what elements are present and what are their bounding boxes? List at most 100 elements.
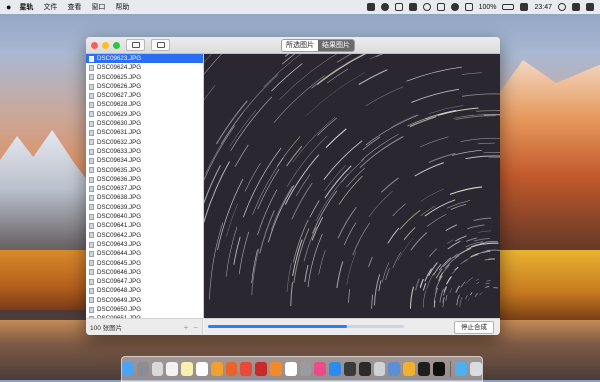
- clock[interactable]: 23:47: [534, 4, 552, 11]
- file-list-item[interactable]: DSC09646.JPG: [86, 268, 203, 277]
- zoom-button[interactable]: [113, 42, 120, 49]
- menu-view[interactable]: 查看: [67, 2, 81, 12]
- menu-help[interactable]: 帮助: [115, 2, 129, 12]
- file-list-item[interactable]: DSC09649.JPG: [86, 296, 203, 305]
- itunes-icon[interactable]: [314, 362, 326, 376]
- file-name: DSC09631.JPG: [97, 128, 141, 137]
- reminders-icon[interactable]: [196, 362, 208, 376]
- photos-icon[interactable]: [166, 362, 178, 376]
- file-list-item[interactable]: DSC09631.JPG: [86, 128, 203, 137]
- status-app-icon-6[interactable]: [437, 3, 445, 11]
- tab-selected-images[interactable]: 所选图片: [282, 40, 318, 51]
- file-list-item[interactable]: DSC09633.JPG: [86, 147, 203, 156]
- file-list-item[interactable]: DSC09624.JPG: [86, 63, 203, 72]
- tab-result-image[interactable]: 结果图片: [318, 40, 354, 51]
- star-trail: [230, 110, 256, 146]
- star-trail: [420, 137, 449, 147]
- file-list-item[interactable]: DSC09635.JPG: [86, 166, 203, 175]
- sketch-icon[interactable]: [403, 362, 415, 376]
- file-list-item[interactable]: DSC09647.JPG: [86, 277, 203, 286]
- finder-icon[interactable]: [122, 362, 134, 376]
- remove-image-button[interactable]: −: [193, 323, 198, 332]
- file-list-item[interactable]: DSC09643.JPG: [86, 240, 203, 249]
- downloads-folder-icon[interactable]: [455, 362, 467, 376]
- file-list-item[interactable]: DSC09639.JPG: [86, 203, 203, 212]
- trash-icon[interactable]: [470, 362, 482, 376]
- star-trail: [461, 138, 501, 141]
- status-app-icon-2[interactable]: [381, 3, 389, 11]
- launchpad-icon[interactable]: [137, 362, 149, 376]
- preview-icon[interactable]: [388, 362, 400, 376]
- wifi-icon[interactable]: [465, 3, 473, 11]
- star-trail: [366, 115, 418, 145]
- quicktime-icon[interactable]: [344, 362, 356, 376]
- menu-bar: ● 星轨 文件 查看 窗口 帮助 100% 23:47: [0, 0, 600, 14]
- file-list-item[interactable]: DSC09625.JPG: [86, 73, 203, 82]
- startrails-app-icon[interactable]: [433, 362, 445, 376]
- file-list[interactable]: DSC09623.JPGDSC09624.JPGDSC09625.JPGDSC0…: [86, 54, 204, 318]
- close-button[interactable]: [91, 42, 98, 49]
- save-image-button[interactable]: [151, 39, 170, 51]
- safari-icon[interactable]: [152, 362, 164, 376]
- open-folder-button[interactable]: [126, 39, 145, 51]
- calendar-icon[interactable]: [285, 362, 297, 376]
- star-trail: [489, 157, 500, 161]
- bluetooth-icon[interactable]: [451, 3, 459, 11]
- pages-icon[interactable]: [211, 362, 223, 376]
- file-list-item[interactable]: DSC09648.JPG: [86, 286, 203, 295]
- appstore-icon[interactable]: [329, 362, 341, 376]
- books-icon[interactable]: [270, 362, 282, 376]
- file-list-item[interactable]: DSC09632.JPG: [86, 138, 203, 147]
- list-actions: + −: [184, 323, 198, 332]
- star-trail: [363, 137, 380, 150]
- star-trail: [423, 291, 425, 308]
- file-list-item[interactable]: DSC09642.JPG: [86, 231, 203, 240]
- star-trail: [287, 146, 302, 166]
- file-list-item[interactable]: DSC09636.JPG: [86, 175, 203, 184]
- file-list-item[interactable]: DSC09634.JPG: [86, 156, 203, 165]
- spotlight-icon[interactable]: [558, 3, 566, 11]
- notes-icon[interactable]: [181, 362, 193, 376]
- apple-menu-icon[interactable]: ●: [6, 2, 11, 12]
- file-list-item[interactable]: DSC09630.JPG: [86, 119, 203, 128]
- status-app-icon-4[interactable]: [409, 3, 417, 11]
- file-list-item[interactable]: DSC09637.JPG: [86, 184, 203, 193]
- image-file-icon: [89, 93, 94, 99]
- add-image-button[interactable]: +: [184, 323, 189, 332]
- activity-monitor-icon[interactable]: [359, 362, 371, 376]
- status-app-icon-1[interactable]: [367, 3, 375, 11]
- system-prefs-icon[interactable]: [300, 362, 312, 376]
- stop-compose-button[interactable]: 停止合成: [454, 321, 494, 334]
- minimize-button[interactable]: [102, 42, 109, 49]
- file-list-item[interactable]: DSC09627.JPG: [86, 91, 203, 100]
- star-trail: [416, 279, 420, 291]
- status-app-icon-5[interactable]: [423, 3, 431, 11]
- siri-icon[interactable]: [572, 3, 580, 11]
- file-list-item[interactable]: DSC09638.JPG: [86, 193, 203, 202]
- status-app-icon-3[interactable]: [395, 3, 403, 11]
- photo-booth-icon[interactable]: [255, 362, 267, 376]
- file-list-item[interactable]: DSC09640.JPG: [86, 212, 203, 221]
- instruments-icon[interactable]: [374, 362, 386, 376]
- terminal-icon[interactable]: [418, 362, 430, 376]
- star-trail: [476, 279, 479, 281]
- file-list-item[interactable]: DSC09650.JPG: [86, 305, 203, 314]
- file-list-item[interactable]: DSC09644.JPG: [86, 249, 203, 258]
- file-list-item[interactable]: DSC09641.JPG: [86, 221, 203, 230]
- menu-window[interactable]: 窗口: [91, 2, 105, 12]
- star-trail: [415, 163, 444, 176]
- notification-center-icon[interactable]: [586, 3, 594, 11]
- file-list-item[interactable]: DSC09623.JPG: [86, 54, 203, 63]
- firefox-icon[interactable]: [226, 362, 238, 376]
- file-list-item[interactable]: DSC09626.JPG: [86, 82, 203, 91]
- chrome-icon[interactable]: [240, 362, 252, 376]
- battery-icon[interactable]: [502, 4, 514, 10]
- file-list-item[interactable]: DSC09645.JPG: [86, 259, 203, 268]
- menu-app-name[interactable]: 星轨: [19, 2, 33, 12]
- star-trail: [447, 276, 452, 284]
- view-segmented-control: 所选图片 结果图片: [281, 39, 355, 52]
- menu-file[interactable]: 文件: [43, 2, 57, 12]
- file-list-item[interactable]: DSC09629.JPG: [86, 110, 203, 119]
- input-source-icon[interactable]: [520, 3, 528, 11]
- file-list-item[interactable]: DSC09628.JPG: [86, 100, 203, 109]
